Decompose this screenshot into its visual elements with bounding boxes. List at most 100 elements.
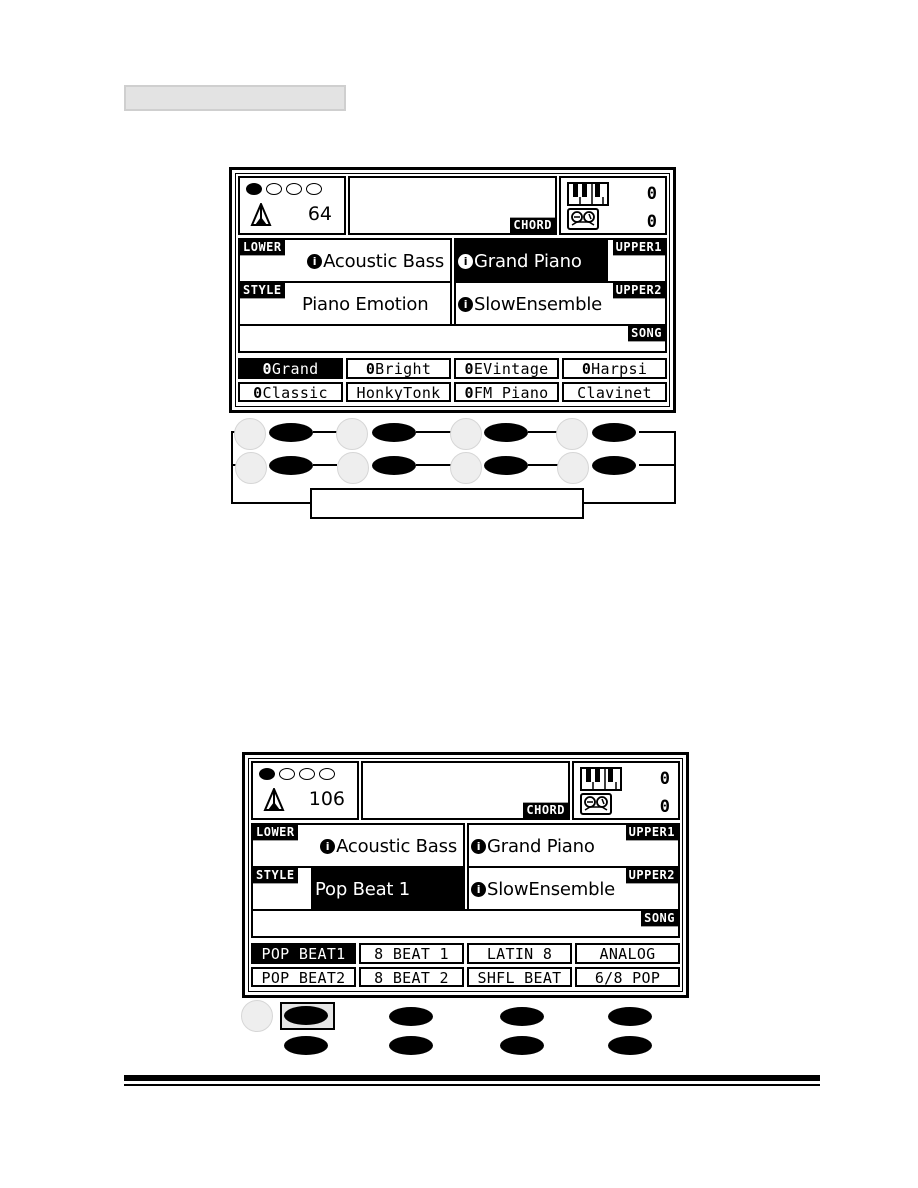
lower-tag: LOWER <box>240 239 285 256</box>
soft-pad-button[interactable] <box>557 452 589 484</box>
f-button-7[interactable] <box>484 456 528 475</box>
upper2-voice-box[interactable]: UPPER2 i SlowEnsemble <box>467 866 680 911</box>
menu-item-grand[interactable]: 0Grand <box>238 358 343 379</box>
menu-item-6-8-pop[interactable]: 6/8 POP <box>575 966 680 987</box>
wire <box>313 464 337 466</box>
keyboard-icon <box>567 182 609 206</box>
f-button-6[interactable] <box>372 456 416 475</box>
f-button-8[interactable] <box>608 1036 652 1055</box>
footer-rule-thin <box>124 1084 820 1086</box>
voice-menu-grid: 0Grand 0Bright 0EVintage 0Harpsi 0Classi… <box>238 358 667 402</box>
song-tag: SONG <box>628 325 665 342</box>
soft-pad-button[interactable] <box>235 452 267 484</box>
menu-item-pop-beat2[interactable]: POP BEAT2 <box>251 966 356 987</box>
lower-tag: LOWER <box>253 824 298 841</box>
metronome-icon <box>263 788 285 811</box>
upper2-voice: i SlowEnsemble <box>471 879 615 901</box>
f-button-3[interactable] <box>500 1007 544 1026</box>
chord-label: CHORD <box>510 217 555 234</box>
chord-box: CHORD <box>361 761 570 820</box>
soft-pad-button[interactable] <box>234 418 266 450</box>
wire <box>231 502 311 504</box>
style-name: Pop Beat 1 <box>315 879 411 901</box>
info-icon: i <box>320 839 336 854</box>
lower-voice-box[interactable]: LOWER i Acoustic Bass <box>251 823 465 868</box>
soft-pad-button[interactable] <box>336 418 368 450</box>
diagram-caption-box <box>310 488 584 519</box>
beat-dot-icon <box>299 768 315 780</box>
footer-rule-thick <box>124 1075 820 1081</box>
menu-item-clavinet[interactable]: Clavinet <box>562 381 667 402</box>
menu-item-classic[interactable]: 0Classic <box>238 381 343 402</box>
tape-icon <box>567 208 599 230</box>
f-button-8[interactable] <box>592 456 636 475</box>
menu-item-fm-piano[interactable]: 0FM Piano <box>454 381 559 402</box>
beat-dot-icon <box>266 183 282 195</box>
f-button-7[interactable] <box>500 1036 544 1055</box>
info-icon: i <box>458 297 473 312</box>
soft-pad-button[interactable] <box>450 452 482 484</box>
beat-dot-icon <box>286 183 302 195</box>
wire <box>528 431 558 433</box>
menu-item-pop-beat1[interactable]: POP BEAT1 <box>251 943 356 964</box>
menu-item-bright[interactable]: 0Bright <box>346 358 451 379</box>
song-tag: SONG <box>641 910 678 927</box>
style-tag: STYLE <box>240 282 285 299</box>
wire <box>639 431 676 433</box>
f-button-6[interactable] <box>389 1036 433 1055</box>
upper2-tag: UPPER2 <box>625 867 678 884</box>
upper2-tag: UPPER2 <box>612 282 665 299</box>
lower-voice-box[interactable]: LOWER i Acoustic Bass <box>238 238 452 283</box>
f-button-2[interactable] <box>372 423 416 442</box>
song-box[interactable]: SONG <box>251 909 680 938</box>
f-button-4[interactable] <box>608 1007 652 1026</box>
tape-value: 0 <box>646 212 657 232</box>
song-box[interactable]: SONG <box>238 324 667 353</box>
f-button-5[interactable] <box>284 1036 328 1055</box>
info-icon: i <box>471 839 486 854</box>
info-icon: i <box>471 882 486 897</box>
info-icon: i <box>307 254 323 269</box>
soft-pad-button[interactable] <box>337 452 369 484</box>
lower-voice: i Acoustic Bass <box>320 836 457 858</box>
style-name: Piano Emotion <box>302 294 429 315</box>
keyboard-value: 0 <box>646 184 657 204</box>
beat-indicator <box>259 768 335 780</box>
upper1-voice-box[interactable]: UPPER1 i Grand Piano <box>454 238 667 283</box>
f-button-5[interactable] <box>269 456 313 475</box>
beat-dot-icon <box>319 768 335 780</box>
style-box[interactable]: STYLE Piano Emotion <box>238 281 452 326</box>
f-button-2[interactable] <box>389 1007 433 1026</box>
soft-pad-button[interactable] <box>556 418 588 450</box>
f-button-3[interactable] <box>484 423 528 442</box>
tempo-box: 64 <box>238 176 346 235</box>
f-button-1[interactable] <box>269 423 313 442</box>
menu-item-latin-8[interactable]: LATIN 8 <box>467 943 572 964</box>
wire <box>528 464 558 466</box>
beat-indicator <box>246 183 322 195</box>
menu-item-8-beat-1[interactable]: 8 BEAT 1 <box>359 943 464 964</box>
menu-item-evintage[interactable]: 0EVintage <box>454 358 559 379</box>
beat-dot-icon <box>259 768 275 780</box>
lower-voice: i Acoustic Bass <box>307 251 444 273</box>
tempo-value: 64 <box>307 203 332 225</box>
lcd-display-2: 106 CHORD 0 0 LOWER i Acoustic Bass UPPE… <box>242 752 689 998</box>
menu-item-8-beat-2[interactable]: 8 BEAT 2 <box>359 966 464 987</box>
upper2-voice-box[interactable]: UPPER2 i SlowEnsemble <box>454 281 667 326</box>
menu-item-analog[interactable]: ANALOG <box>575 943 680 964</box>
f-button-4[interactable] <box>592 423 636 442</box>
soft-pad-button[interactable] <box>241 1000 273 1032</box>
soft-pad-button[interactable] <box>450 418 482 450</box>
menu-item-honkytonk[interactable]: HonkyTonk <box>346 381 451 402</box>
upper1-voice-box[interactable]: UPPER1 i Grand Piano <box>467 823 680 868</box>
beat-dot-icon <box>279 768 295 780</box>
style-box[interactable]: STYLE Pop Beat 1 <box>251 866 465 911</box>
chord-box: CHORD <box>348 176 557 235</box>
upper1-voice: i Grand Piano <box>458 251 582 273</box>
menu-item-harpsi[interactable]: 0Harpsi <box>562 358 667 379</box>
upper1-tag: UPPER1 <box>612 239 665 256</box>
style-menu-grid: POP BEAT1 8 BEAT 1 LATIN 8 ANALOG POP BE… <box>251 943 680 987</box>
menu-item-shfl-beat[interactable]: SHFL BEAT <box>467 966 572 987</box>
section-header-tab <box>124 85 346 111</box>
f-button-1[interactable] <box>284 1006 328 1025</box>
